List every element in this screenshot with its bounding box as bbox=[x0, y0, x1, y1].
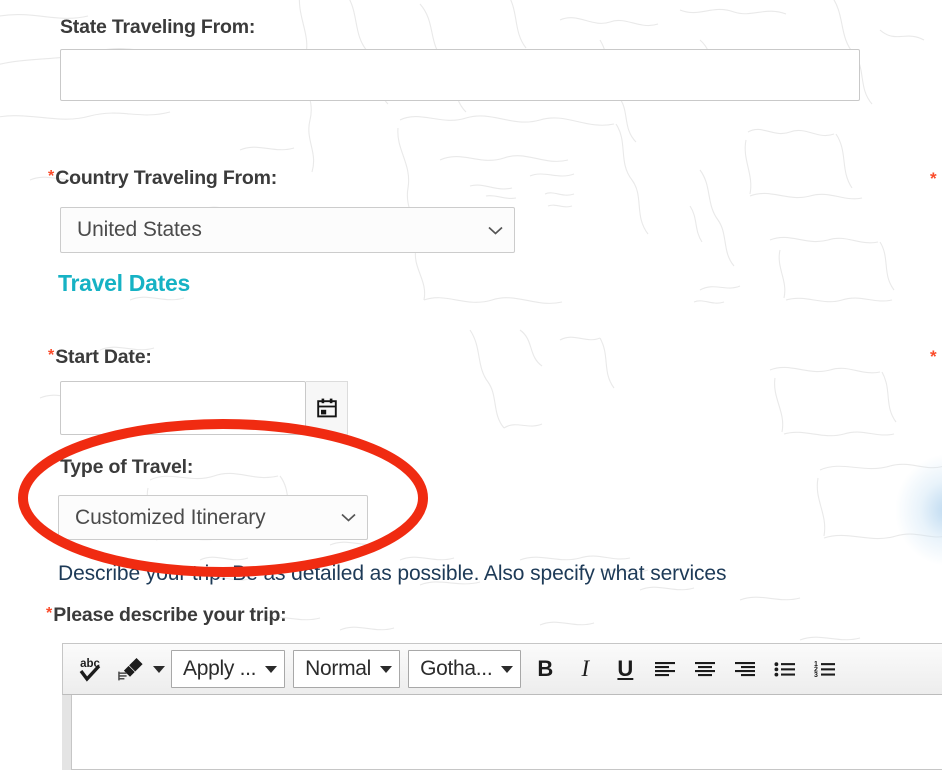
rte-format-select[interactable]: Normal bbox=[293, 650, 401, 688]
start-date-group: *Start Date: bbox=[48, 346, 152, 368]
rte-font-select[interactable]: Gotha... bbox=[408, 650, 522, 688]
align-right-icon[interactable] bbox=[725, 649, 765, 689]
align-center-icon[interactable] bbox=[685, 649, 725, 689]
format-painter-icon[interactable] bbox=[111, 649, 151, 689]
rte-content-area[interactable] bbox=[62, 695, 942, 770]
travel-dates-heading: Travel Dates bbox=[58, 270, 190, 296]
rich-text-editor: abc Apply ... Normal Gotha... B I U 1 2 … bbox=[62, 643, 942, 770]
format-painter-caret-down-icon[interactable] bbox=[151, 649, 167, 689]
describe-trip-required-marker: * bbox=[46, 605, 53, 622]
type-of-travel-group: Type of Travel: bbox=[60, 456, 194, 478]
underline-button[interactable]: U bbox=[605, 649, 645, 689]
caret-down-icon bbox=[265, 665, 278, 673]
caret-down-icon bbox=[380, 665, 393, 673]
align-left-icon[interactable] bbox=[645, 649, 685, 689]
rte-font-select-value: Gotha... bbox=[420, 657, 493, 680]
bold-button[interactable]: B bbox=[525, 649, 565, 689]
italic-button[interactable]: I bbox=[565, 649, 605, 689]
country-traveling-from-select[interactable]: United States bbox=[60, 207, 515, 253]
describe-trip-group: *Please describe your trip: bbox=[46, 604, 287, 626]
start-date-input[interactable] bbox=[60, 381, 306, 435]
describe-trip-helper-text: Describe your trip. Be as detailed as po… bbox=[58, 562, 727, 585]
chevron-down-icon bbox=[340, 512, 357, 523]
spellcheck-abc-icon[interactable]: abc bbox=[69, 649, 111, 689]
bulleted-list-icon[interactable] bbox=[765, 649, 805, 689]
start-date-label: Start Date: bbox=[55, 346, 152, 368]
svg-text:3: 3 bbox=[814, 672, 818, 679]
country-selected-value: United States bbox=[77, 218, 202, 241]
start-date-required-marker: * bbox=[48, 347, 55, 364]
state-traveling-from-input[interactable] bbox=[60, 49, 860, 101]
type-of-travel-label: Type of Travel: bbox=[60, 456, 194, 478]
caret-down-icon bbox=[501, 665, 514, 673]
state-traveling-from-group: State Traveling From: bbox=[60, 16, 256, 38]
rte-left-gutter bbox=[62, 695, 72, 770]
country-required-marker: * bbox=[48, 168, 55, 185]
numbered-list-icon[interactable]: 1 2 3 bbox=[805, 649, 845, 689]
rte-toolbar: abc Apply ... Normal Gotha... B I U 1 2 … bbox=[62, 643, 942, 695]
country-traveling-from-label: Country Traveling From: bbox=[55, 167, 278, 189]
rte-style-select[interactable]: Apply ... bbox=[171, 650, 286, 688]
chevron-down-icon bbox=[487, 225, 504, 236]
type-of-travel-select[interactable]: Customized Itinerary bbox=[58, 495, 368, 540]
calendar-picker-button[interactable] bbox=[306, 381, 348, 435]
describe-trip-label: Please describe your trip: bbox=[53, 604, 287, 626]
state-traveling-from-label: State Traveling From: bbox=[60, 16, 256, 38]
stray-required-marker-top: * bbox=[930, 169, 937, 188]
start-date-field-wrap bbox=[60, 381, 348, 435]
stray-required-marker-bottom: * bbox=[930, 347, 937, 366]
type-of-travel-selected-value: Customized Itinerary bbox=[75, 505, 266, 529]
country-traveling-from-group: *Country Traveling From: bbox=[48, 167, 278, 189]
rte-format-select-value: Normal bbox=[305, 657, 372, 680]
rte-style-select-value: Apply ... bbox=[183, 657, 257, 680]
calendar-icon bbox=[316, 397, 338, 419]
